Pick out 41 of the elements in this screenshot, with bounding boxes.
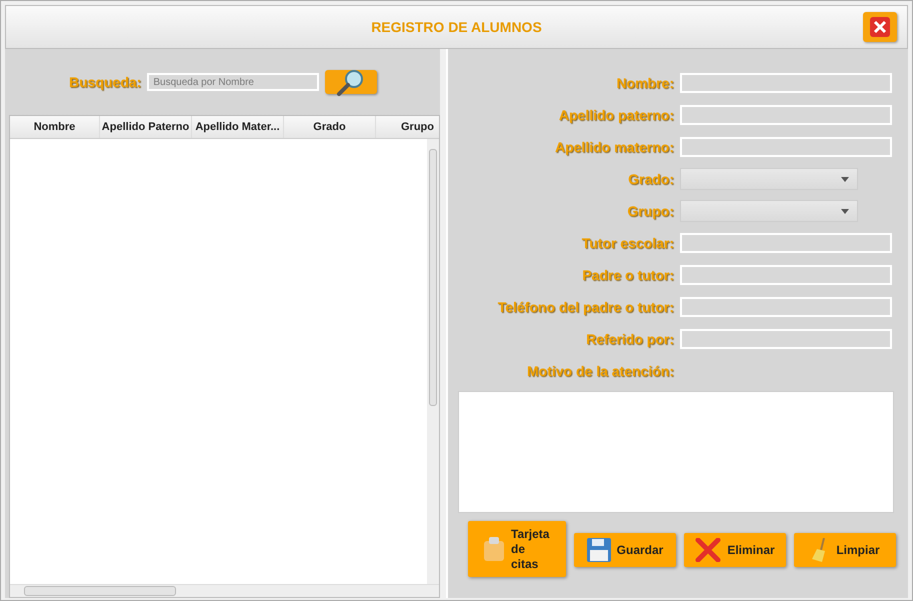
field-label: Referido por: xyxy=(585,331,675,347)
input-field[interactable] xyxy=(680,105,892,125)
field-label: Grado: xyxy=(627,171,675,187)
field-label: Padre o tutor: xyxy=(581,267,675,283)
field-label: Nombre: xyxy=(615,75,675,91)
column-header[interactable]: Apellido Mater... xyxy=(192,116,284,138)
field-label: Motivo de la atención: xyxy=(526,363,675,379)
column-header[interactable]: Nombre xyxy=(10,116,100,138)
caret-icon xyxy=(841,208,849,214)
action-button[interactable]: Eliminar xyxy=(684,533,786,567)
field-label: Apellido paterno: xyxy=(558,107,675,123)
search-field[interactable]: Busqueda por Nombre xyxy=(147,73,320,91)
vertical-scrollbar[interactable] xyxy=(427,139,439,584)
search-button[interactable] xyxy=(325,70,378,94)
cross-icon xyxy=(695,538,722,562)
caret-icon xyxy=(841,176,849,182)
close-button[interactable] xyxy=(863,12,897,42)
column-header[interactable]: Apellido Paterno xyxy=(100,116,192,138)
clipboard-icon xyxy=(483,537,505,561)
field-label: Grupo: xyxy=(626,203,675,219)
action-button[interactable]: Tarjeta de citas xyxy=(468,521,566,577)
close-icon xyxy=(870,17,890,37)
dropdown[interactable] xyxy=(680,168,858,190)
action-button[interactable]: Limpiar xyxy=(794,533,896,567)
action-button[interactable]: Guardar xyxy=(574,533,676,567)
notes-area[interactable] xyxy=(458,391,894,513)
column-header[interactable]: Grado xyxy=(284,116,376,138)
search-label: Busqueda: xyxy=(69,74,142,90)
field-label: Teléfono del padre o tutor: xyxy=(496,299,675,315)
column-header[interactable]: Grupo xyxy=(376,116,438,138)
dropdown[interactable] xyxy=(680,200,858,222)
field-label: Apellido materno: xyxy=(554,139,675,155)
window-title: REGISTRO DE ALUMNOS xyxy=(371,19,542,35)
input-field[interactable] xyxy=(680,297,892,317)
input-field[interactable] xyxy=(680,329,892,349)
input-field[interactable] xyxy=(680,73,892,93)
field-label: Tutor escolar: xyxy=(580,235,675,251)
horizontal-scrollbar[interactable] xyxy=(10,584,439,597)
input-field[interactable] xyxy=(680,233,892,253)
input-field[interactable] xyxy=(680,137,892,157)
input-field[interactable] xyxy=(680,265,892,285)
